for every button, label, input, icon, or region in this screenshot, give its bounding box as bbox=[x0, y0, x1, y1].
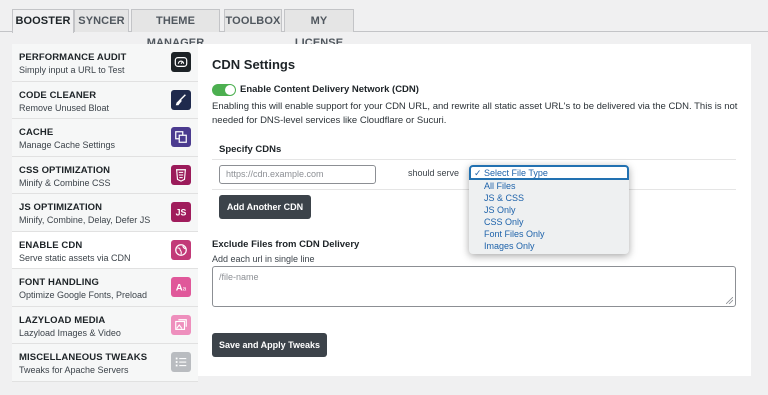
sidebar-item-font-handling[interactable]: FONT HANDLING Optimize Google Fonts, Pre… bbox=[12, 269, 198, 307]
sidebar-item-performance-audit[interactable]: PERFORMANCE AUDIT Simply input a URL to … bbox=[12, 44, 198, 82]
globe-icon bbox=[171, 239, 191, 260]
nav-subtitle: Optimize Google Fonts, Preload bbox=[19, 290, 148, 300]
dropdown-option-select-file-type[interactable]: ✓ Select File Type bbox=[474, 168, 548, 179]
svg-text:a: a bbox=[183, 286, 187, 293]
exclude-files-textarea[interactable]: /file-name bbox=[212, 266, 736, 307]
js-icon: JS bbox=[171, 202, 191, 222]
gauge-icon bbox=[171, 52, 191, 72]
nav-title: FONT HANDLING bbox=[19, 277, 99, 288]
dropdown-option-images-only[interactable]: Images Only bbox=[484, 241, 535, 251]
svg-text:JS: JS bbox=[176, 208, 187, 218]
nav-subtitle: Minify, Combine, Delay, Defer JS bbox=[19, 215, 151, 225]
nav-title: MISCELLANEOUS TWEAKS bbox=[19, 352, 148, 363]
dropdown-option-font-files-only[interactable]: Font Files Only bbox=[484, 229, 545, 239]
nav-subtitle: Tweaks for Apache Servers bbox=[19, 365, 129, 375]
css3-icon bbox=[171, 164, 191, 185]
exclude-hint: Add each url in single line bbox=[212, 254, 315, 264]
exclude-placeholder: /file-name bbox=[219, 272, 259, 282]
nav-title: LAZYLOAD MEDIA bbox=[19, 314, 106, 326]
specify-cdns-heading: Specify CDNs bbox=[219, 144, 282, 155]
sidebar-item-miscellaneous-tweaks[interactable]: MISCELLANEOUS TWEAKS Tweaks for Apache S… bbox=[12, 344, 198, 382]
sidebar-item-css-optimization[interactable]: CSS OPTIMIZATION Minify & Combine CSS bbox=[12, 156, 198, 194]
nav-subtitle: Remove Unused Bloat bbox=[19, 102, 110, 113]
nav-title: JS OPTIMIZATION bbox=[19, 202, 103, 213]
add-another-cdn-button[interactable]: Add Another CDN bbox=[219, 195, 311, 219]
dropdown-option-js-css[interactable]: JS & CSS bbox=[484, 193, 524, 203]
nav-subtitle: Minify & Combine CSS bbox=[19, 177, 111, 188]
nav-title: CSS OPTIMIZATION bbox=[19, 164, 111, 176]
sidebar-item-lazyload-media[interactable]: LAZYLOAD MEDIA Lazyload Images & Video bbox=[12, 306, 198, 344]
sidebar-item-cache[interactable]: CACHE Manage Cache Settings bbox=[12, 119, 198, 157]
image-icon bbox=[171, 314, 191, 335]
tab-theme-manager[interactable]: THEME MANAGER bbox=[131, 9, 220, 49]
top-tabs: BOOSTER SYNCER THEME MANAGER TOOLBOX MY … bbox=[0, 0, 768, 49]
tab-my-license[interactable]: MY LICENSE bbox=[284, 9, 354, 49]
dropdown-option-css-only[interactable]: CSS Only bbox=[484, 217, 524, 227]
cdn-description: Enabling this will enable support for yo… bbox=[212, 101, 738, 126]
list-icon bbox=[171, 352, 191, 372]
resize-handle-icon[interactable] bbox=[726, 297, 733, 304]
enable-cdn-label: Enable Content Delivery Network (CDN) bbox=[240, 84, 419, 95]
nav-subtitle: Lazyload Images & Video bbox=[19, 327, 121, 338]
svg-text:A: A bbox=[176, 283, 183, 294]
nav-title: CACHE bbox=[19, 127, 54, 138]
dropdown-option-all-files[interactable]: All Files bbox=[484, 181, 516, 191]
sidebar: PERFORMANCE AUDIT Simply input a URL to … bbox=[12, 44, 198, 382]
file-type-dropdown[interactable]: ✓ Select File Type All Files JS & CSS JS… bbox=[469, 165, 629, 254]
cdn-url-input[interactable]: https://cdn.example.com bbox=[219, 165, 376, 184]
sidebar-item-js-optimization[interactable]: JS OPTIMIZATION Minify, Combine, Delay, … bbox=[12, 194, 198, 232]
tab-syncer[interactable]: SYNCER bbox=[74, 9, 129, 32]
nav-title: CODE CLEANER bbox=[19, 89, 97, 101]
tab-toolbox[interactable]: TOOLBOX bbox=[224, 9, 282, 32]
font-icon: Aa bbox=[171, 277, 191, 297]
dropdown-option-js-only[interactable]: JS Only bbox=[484, 205, 516, 215]
save-apply-tweaks-button[interactable]: Save and Apply Tweaks bbox=[212, 333, 327, 357]
exclude-files-heading: Exclude Files from CDN Delivery bbox=[212, 239, 360, 250]
tab-booster[interactable]: BOOSTER bbox=[12, 9, 74, 33]
nav-subtitle: Serve static assets via CDN bbox=[19, 252, 131, 263]
nav-subtitle: Simply input a URL to Test bbox=[19, 65, 125, 75]
enable-cdn-toggle[interactable] bbox=[212, 84, 236, 96]
divider bbox=[212, 159, 736, 160]
nav-title: ENABLE CDN bbox=[19, 239, 83, 251]
broom-icon bbox=[171, 89, 191, 110]
copy-icon bbox=[171, 127, 191, 147]
nav-title: PERFORMANCE AUDIT bbox=[19, 52, 127, 63]
sidebar-item-enable-cdn[interactable]: ENABLE CDN Serve static assets via CDN bbox=[12, 231, 198, 269]
page-title: CDN Settings bbox=[212, 57, 296, 72]
should-serve-label: should serve bbox=[408, 168, 460, 178]
sidebar-item-code-cleaner[interactable]: CODE CLEANER Remove Unused Bloat bbox=[12, 81, 198, 119]
nav-subtitle: Manage Cache Settings bbox=[19, 140, 116, 150]
